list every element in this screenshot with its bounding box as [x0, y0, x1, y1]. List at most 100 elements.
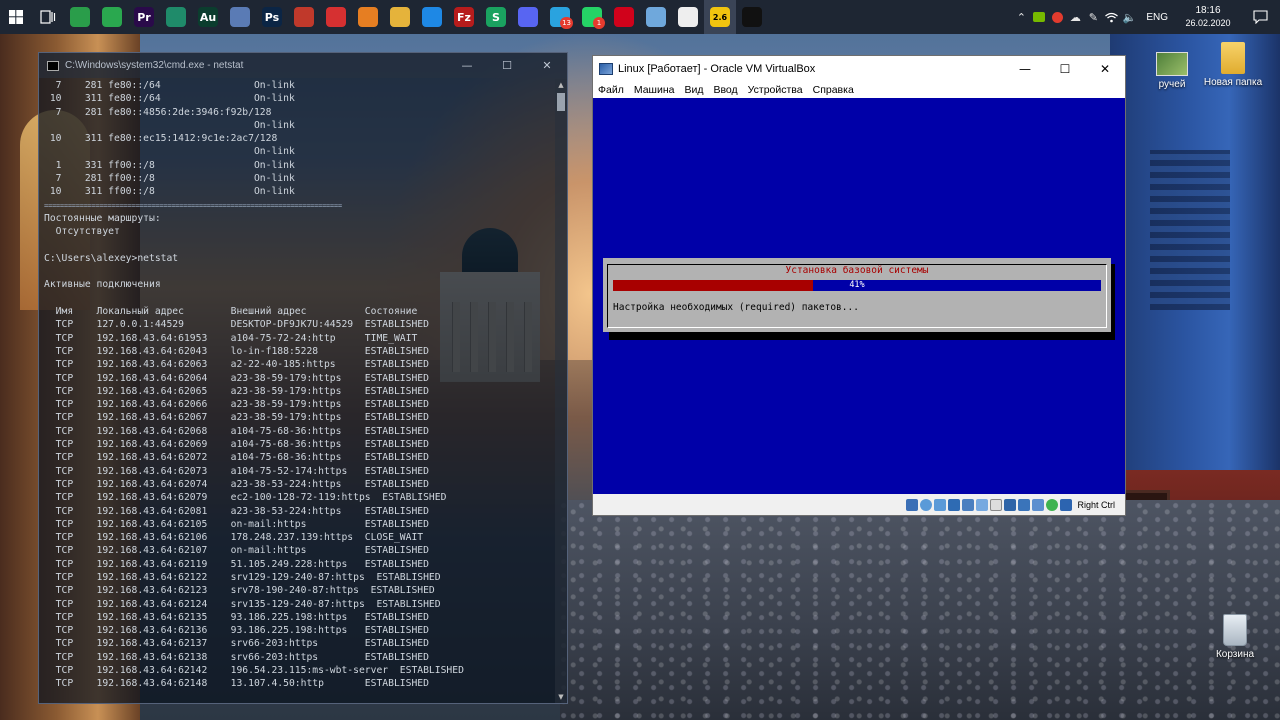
app-paint[interactable] — [288, 0, 320, 34]
app-virtualbox-tb[interactable] — [224, 0, 256, 34]
app-cmd[interactable] — [736, 0, 768, 34]
console-line: TCP 192.168.43.64:62119 51.105.249.228:h… — [44, 558, 429, 570]
usb-icon[interactable] — [962, 499, 975, 511]
network-icon[interactable] — [948, 499, 961, 511]
wallpaper-blue-building — [1110, 30, 1280, 500]
vbox-close-button[interactable]: ✕ — [1085, 56, 1125, 81]
shortcut-image-icon — [1156, 52, 1188, 76]
cmd-maximize-button[interactable]: ☐ — [487, 53, 527, 78]
cmd-console-output[interactable]: 7 281 fe80::/64 Оn-link 10 311 fe80::/64… — [39, 79, 553, 703]
app-telegram[interactable]: 13 — [544, 0, 576, 34]
notes-icon — [646, 7, 666, 27]
mouse-integration-icon[interactable] — [1046, 499, 1059, 511]
console-line: Имя Локальный адрес Внешний адрес Состоя… — [44, 306, 418, 318]
display-icon[interactable] — [990, 499, 1003, 511]
desktop-icon-label: Новая папка — [1203, 77, 1263, 88]
language-indicator[interactable]: ENG — [1138, 12, 1176, 23]
app-premiere[interactable]: Pr — [128, 0, 160, 34]
vbox-titlebar[interactable]: Linux [Работает] - Oracle VM VirtualBox … — [593, 56, 1125, 81]
console-line: On-link — [44, 146, 295, 158]
nvidia-icon[interactable] — [1030, 0, 1048, 34]
console-line: TCP 192.168.43.64:62065 a23-38-59-179:ht… — [44, 385, 429, 397]
vbox-minimize-button[interactable]: — — [1005, 56, 1045, 81]
notification-badge: 13 — [560, 17, 573, 29]
menu-item[interactable]: Справка — [813, 84, 854, 96]
app-audition[interactable]: Au — [192, 0, 224, 34]
chevron-up-icon[interactable]: ⌃ — [1012, 0, 1030, 34]
app-skype-s[interactable]: S — [480, 0, 512, 34]
clock[interactable]: 18:16 26.02.2020 — [1176, 5, 1240, 29]
maps-icon — [102, 7, 122, 27]
cmd-close-button[interactable]: ✕ — [527, 53, 567, 78]
console-line: TCP 192.168.43.64:62074 a23-38-53-224:ht… — [44, 478, 429, 490]
system-tray: ⌃ ☁ ✎ 🔈 ENG 18:16 26.02.2020 — [1012, 0, 1280, 34]
app-vscode[interactable] — [416, 0, 448, 34]
menu-item[interactable]: Устройства — [748, 84, 803, 96]
app-maps[interactable] — [96, 0, 128, 34]
app-opera[interactable] — [608, 0, 640, 34]
notification-badge: 1 — [593, 17, 605, 29]
cmd-scrollbar[interactable]: ▲ ▼ — [555, 79, 567, 703]
app-linux-vm[interactable]: 2.6 — [704, 0, 736, 34]
console-line: 10 311 fe80::/64 On-link — [44, 93, 295, 105]
audio-icon[interactable] — [934, 499, 947, 511]
desktop-icon-new-folder[interactable]: Новая папка — [1198, 42, 1268, 88]
task-view-icon — [40, 10, 56, 24]
menu-item[interactable]: Файл — [598, 84, 624, 96]
console-line: TCP 192.168.43.64:62063 a2-22-40-185:htt… — [44, 359, 429, 371]
console-line: TCP 192.168.43.64:62136 93.186.225.198:h… — [44, 625, 429, 637]
virtualization-icon[interactable] — [1032, 499, 1045, 511]
app-explorer[interactable] — [384, 0, 416, 34]
cmd-minimize-button[interactable]: — — [447, 53, 487, 78]
scroll-down-icon[interactable]: ▼ — [555, 691, 567, 703]
discord-icon — [518, 7, 538, 27]
pen-icon[interactable]: ✎ — [1084, 0, 1102, 34]
hard-disk-icon[interactable] — [906, 499, 919, 511]
cloud-icon[interactable]: ☁ — [1066, 0, 1084, 34]
desktop-icon-stream[interactable]: ручей — [1137, 52, 1207, 90]
cmd-titlebar[interactable]: C:\Windows\system32\cmd.exe - netstat — … — [39, 53, 567, 78]
cmd-window[interactable]: C:\Windows\system32\cmd.exe - netstat — … — [38, 52, 568, 704]
menu-item[interactable]: Ввод — [713, 84, 737, 96]
vm-screen[interactable]: Установка базовой системы 41% Настройка … — [593, 98, 1125, 494]
console-line: TCP 192.168.43.64:62138 srv66-203:https … — [44, 651, 429, 663]
app-filezilla[interactable]: Fz — [448, 0, 480, 34]
video-capture-icon[interactable] — [1004, 499, 1017, 511]
virtualbox-tb-icon — [230, 7, 250, 27]
keyboard-capture-icon[interactable] — [1060, 499, 1073, 511]
app-vlc[interactable] — [352, 0, 384, 34]
vbox-maximize-button[interactable]: ☐ — [1045, 56, 1085, 81]
security-icon[interactable] — [1048, 0, 1066, 34]
optical-drive-icon[interactable] — [920, 499, 933, 511]
app-discord[interactable] — [512, 0, 544, 34]
app-photoshop[interactable]: Ps — [256, 0, 288, 34]
app-gamepad[interactable] — [160, 0, 192, 34]
desktop-icon-recycle-bin[interactable]: Корзина — [1200, 614, 1270, 660]
taskbar-pinned-apps: Pr Au Ps Fz S 13 1 2.6 — [64, 0, 768, 34]
menu-item[interactable]: Машина — [634, 84, 675, 96]
menu-item[interactable]: Вид — [684, 84, 703, 96]
cpu-icon[interactable] — [1018, 499, 1031, 511]
virtualbox-window[interactable]: Linux [Работает] - Oracle VM VirtualBox … — [592, 55, 1126, 516]
cmd-window-title: C:\Windows\system32\cmd.exe - netstat — [65, 60, 244, 71]
photoshop-icon: Ps — [262, 7, 282, 27]
console-line: TCP 192.168.43.64:62072 a104-75-68-36:ht… — [44, 452, 429, 464]
cmd-scrollbar-thumb[interactable] — [557, 93, 565, 111]
app-notes[interactable] — [640, 0, 672, 34]
volume-icon[interactable]: 🔈 — [1120, 0, 1138, 34]
wifi-icon[interactable] — [1102, 0, 1120, 34]
scroll-up-icon[interactable]: ▲ — [555, 79, 567, 91]
desktop-icon-label: ручей — [1158, 79, 1186, 90]
app-whatsapp[interactable]: 1 — [576, 0, 608, 34]
shared-folders-icon[interactable] — [976, 499, 989, 511]
start-button[interactable] — [0, 0, 32, 34]
app-xbox[interactable] — [64, 0, 96, 34]
clock-date: 26.02.2020 — [1185, 18, 1231, 28]
action-center-button[interactable] — [1240, 0, 1280, 34]
app-movies[interactable] — [672, 0, 704, 34]
task-view-button[interactable] — [32, 0, 64, 34]
app-speedtest[interactable] — [320, 0, 352, 34]
console-line: TCP 192.168.43.64:62122 srv129-129-240-8… — [44, 571, 441, 583]
